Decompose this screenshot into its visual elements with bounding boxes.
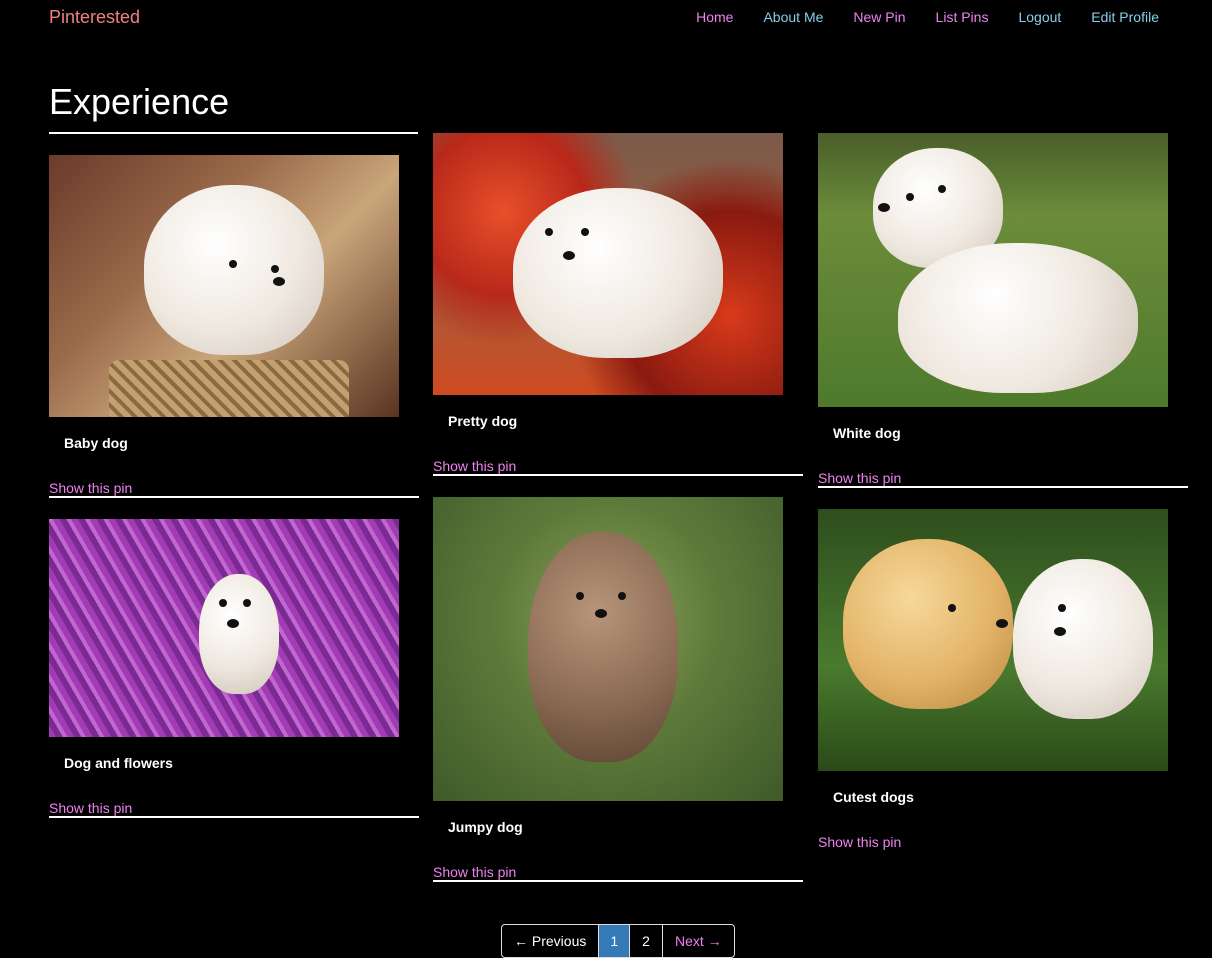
pin-title: Baby dog bbox=[64, 435, 128, 451]
dog-eye bbox=[618, 592, 626, 600]
pin-image[interactable] bbox=[818, 509, 1168, 771]
navbar: Pinterested Home About Me New Pin List P… bbox=[0, 0, 1212, 36]
show-pin-link[interactable]: Show this pin bbox=[49, 480, 399, 496]
nav-menu: Home About Me New Pin List Pins Logout E… bbox=[666, 9, 1159, 25]
pin-card: Baby dog Show this pin bbox=[49, 155, 419, 498]
pin-divider bbox=[433, 880, 803, 882]
dog-shape bbox=[199, 574, 279, 694]
dog-eye bbox=[576, 592, 584, 600]
nav-logout[interactable]: Logout bbox=[1018, 9, 1061, 25]
nav-about-me[interactable]: About Me bbox=[763, 9, 823, 25]
pin-image[interactable] bbox=[49, 519, 399, 737]
dog-eye bbox=[229, 260, 237, 268]
page-2-button[interactable]: 2 bbox=[629, 925, 662, 957]
next-page-button[interactable]: Next → bbox=[661, 925, 734, 957]
page-1-button[interactable]: 1 bbox=[598, 925, 630, 957]
dog-nose bbox=[227, 619, 239, 628]
dog-shape bbox=[528, 532, 678, 762]
pagination: ← Previous 1 2 Next → bbox=[501, 924, 735, 958]
pin-card: Jumpy dog Show this pin bbox=[433, 497, 803, 882]
show-pin-link[interactable]: Show this pin bbox=[818, 470, 1168, 486]
brand-link[interactable]: Pinterested bbox=[49, 7, 140, 28]
nav-home[interactable]: Home bbox=[696, 9, 733, 25]
pin-divider bbox=[49, 816, 419, 818]
show-pin-link[interactable]: Show this pin bbox=[818, 834, 1168, 850]
pin-card: Pretty dog Show this pin bbox=[433, 133, 803, 476]
show-pin-link[interactable]: Show this pin bbox=[433, 458, 783, 474]
dog-shape bbox=[843, 539, 1013, 709]
dog-nose bbox=[1054, 627, 1066, 636]
pin-card: White dog Show this pin bbox=[818, 133, 1188, 488]
dog-eye bbox=[906, 193, 914, 201]
dog-eye bbox=[1058, 604, 1066, 612]
pin-card: Cutest dogs Show this pin bbox=[818, 509, 1168, 850]
dog-nose bbox=[878, 203, 890, 212]
pin-divider bbox=[433, 474, 803, 476]
dog-eye bbox=[271, 265, 279, 273]
page-title: Experience bbox=[49, 81, 230, 122]
pin-divider bbox=[818, 486, 1188, 488]
dog-eye bbox=[948, 604, 956, 612]
pin-card: Dog and flowers Show this pin bbox=[49, 519, 419, 818]
nav-new-pin[interactable]: New Pin bbox=[853, 9, 905, 25]
dog-nose bbox=[563, 251, 575, 260]
pin-title: Dog and flowers bbox=[64, 755, 173, 771]
dog-eye bbox=[219, 599, 227, 607]
show-pin-link[interactable]: Show this pin bbox=[433, 864, 783, 880]
pin-title: White dog bbox=[833, 425, 901, 441]
basket-shape bbox=[109, 360, 349, 417]
show-pin-link[interactable]: Show this pin bbox=[49, 800, 399, 816]
dog-nose bbox=[273, 277, 285, 286]
nav-edit-profile[interactable]: Edit Profile bbox=[1091, 9, 1159, 25]
dog-eye bbox=[938, 185, 946, 193]
dog-shape bbox=[898, 243, 1138, 393]
pin-image[interactable] bbox=[818, 133, 1168, 407]
nav-list-pins[interactable]: List Pins bbox=[936, 9, 989, 25]
pin-title: Cutest dogs bbox=[833, 789, 914, 805]
dog-nose bbox=[595, 609, 607, 618]
dog-shape bbox=[513, 188, 723, 358]
pin-image[interactable] bbox=[49, 155, 399, 417]
pin-image[interactable] bbox=[433, 497, 783, 801]
previous-page-button[interactable]: ← Previous bbox=[502, 925, 598, 957]
pin-title: Pretty dog bbox=[448, 413, 518, 429]
title-divider bbox=[49, 132, 418, 134]
pin-title: Jumpy dog bbox=[448, 819, 523, 835]
dog-shape bbox=[1013, 559, 1153, 719]
dog-nose bbox=[996, 619, 1008, 628]
dog-eye bbox=[545, 228, 553, 236]
pin-image[interactable] bbox=[433, 133, 783, 395]
dog-shape bbox=[144, 185, 324, 355]
dog-eye bbox=[243, 599, 251, 607]
pin-divider bbox=[49, 496, 419, 498]
dog-eye bbox=[581, 228, 589, 236]
